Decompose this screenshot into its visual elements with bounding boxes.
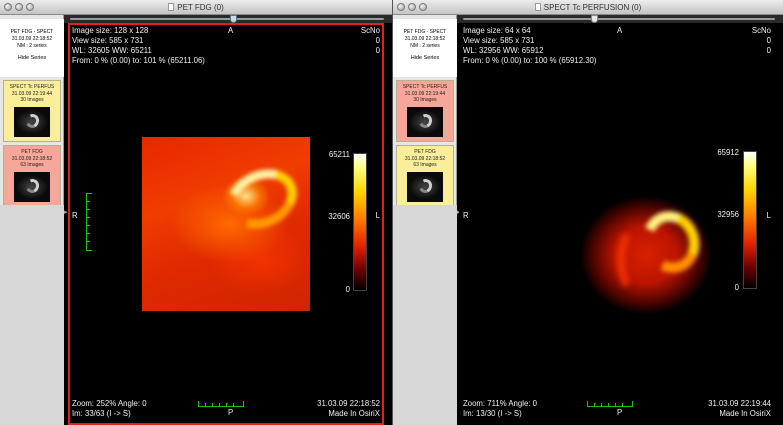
scno-value: 0 <box>375 36 380 45</box>
series-count: 30 Images <box>413 97 437 103</box>
series-count: 63 Images <box>20 162 44 168</box>
colorbar <box>743 151 757 289</box>
value-range: From: 0 % (0.00) to: 100 % (65912.30) <box>463 56 597 65</box>
colorbar <box>353 153 367 291</box>
study-datetime: 31.03.09 22:19:44 <box>708 399 771 408</box>
scno-label: ScNo <box>360 26 380 35</box>
series-panel-empty <box>0 205 64 425</box>
study-info: NM : 2 series <box>410 43 440 49</box>
heart-uptake <box>217 158 307 240</box>
series-count: 30 Images <box>20 97 44 103</box>
series-name: SPECT Tc PERFUS <box>9 84 55 90</box>
pet-image <box>142 137 310 311</box>
made-in-osirix: Made In OsiriX <box>719 409 771 418</box>
scno-value-2: 0 <box>766 46 771 55</box>
scno-value: 0 <box>766 36 771 45</box>
orientation-right: L <box>766 211 771 220</box>
close-window-button[interactable] <box>4 3 12 11</box>
view-size: View size: 585 x 731 <box>463 36 535 45</box>
image-viewer[interactable]: 65912 32956 0 Image size: 64 x 64 View s… <box>459 23 773 425</box>
minimize-window-button[interactable] <box>408 3 416 11</box>
orientation-right: L <box>375 211 380 220</box>
series-thumbnail <box>407 106 443 137</box>
series-item-pet[interactable]: PET FDG 31.03.09 22:18:52 63 Images <box>396 145 454 207</box>
window-titlebar[interactable]: PET FDG (0) <box>0 0 392 15</box>
close-window-button[interactable] <box>397 3 405 11</box>
zoom-angle: Zoom: 711% Angle: 0 <box>463 399 537 408</box>
study-info: NM : 2 series <box>17 43 47 49</box>
series-count: 63 Images <box>413 162 437 168</box>
series-thumbnail <box>407 171 443 202</box>
horizontal-scale-ruler <box>587 401 633 407</box>
horizontal-scale-ruler <box>198 401 244 407</box>
window-titlebar[interactable]: SPECT Tc PERFUSION (0) <box>393 0 783 15</box>
study-name: PET FDG - SPECT <box>10 29 54 35</box>
series-panel-empty <box>393 205 457 425</box>
minimize-window-button[interactable] <box>15 3 23 11</box>
septal-wall <box>617 225 657 295</box>
spect-image <box>531 133 761 368</box>
colorbar-mid: 32606 <box>328 212 350 221</box>
series-item-pet[interactable]: PET FDG 31.03.09 22:18:52 63 Images <box>3 145 61 207</box>
series-name: SPECT Tc PERFUS <box>402 84 448 90</box>
colorbar-min: 0 <box>734 283 739 292</box>
scno-value-2: 0 <box>375 46 380 55</box>
image-size: Image size: 128 x 128 <box>72 26 149 35</box>
image-viewer[interactable]: 65211 32606 0 Image size: 128 x 128 View… <box>68 23 384 425</box>
study-info-box[interactable]: PET FDG - SPECT 31.03.09 22:18:52 NM : 2… <box>393 19 457 77</box>
orientation-top: A <box>617 26 623 35</box>
window-level: WL: 32605 WW: 65211 <box>72 46 152 55</box>
scno-label: ScNo <box>751 26 771 35</box>
image-size: Image size: 64 x 64 <box>463 26 531 35</box>
slice-slider-knob[interactable] <box>591 15 599 23</box>
image-index: Im: 33/63 (I -> S) <box>72 409 131 418</box>
study-date: 31.03.09 22:18:52 <box>404 36 446 42</box>
series-thumbnail <box>14 171 50 202</box>
orientation-left: R <box>72 211 78 220</box>
colorbar-mid: 32956 <box>717 210 739 219</box>
zoom-window-button[interactable] <box>26 3 34 11</box>
orientation-left: R <box>463 211 469 220</box>
series-item-spect[interactable]: SPECT Tc PERFUS 31.03.09 22:19:44 30 Ima… <box>396 80 454 142</box>
hide-series-button[interactable]: Hide Series <box>393 55 457 62</box>
study-name: PET FDG - SPECT <box>403 29 447 35</box>
orientation-bottom: P <box>617 408 623 417</box>
study-datetime: 31.03.09 22:18:52 <box>317 399 380 408</box>
colorbar-min: 0 <box>345 285 350 294</box>
slice-slider-knob[interactable] <box>230 15 238 23</box>
orientation-bottom: P <box>228 408 234 417</box>
window-title: SPECT Tc PERFUSION (0) <box>543 3 642 12</box>
hide-series-button[interactable]: Hide Series <box>0 55 64 62</box>
view-size: View size: 585 x 731 <box>72 36 144 45</box>
spect-perfusion-window: SPECT Tc PERFUSION (0) PET FDG - SPECT 3… <box>392 0 783 425</box>
slice-slider-track[interactable] <box>70 15 384 23</box>
colorbar-max: 65912 <box>717 148 739 157</box>
window-title: PET FDG (0) <box>177 3 224 12</box>
pet-fdg-window: PET FDG (0) PET FDG - SPECT 31.03.09 22:… <box>0 0 392 425</box>
zoom-window-button[interactable] <box>419 3 427 11</box>
image-index: Im: 13/30 (I -> S) <box>463 409 522 418</box>
colorbar-max: 65211 <box>328 150 350 159</box>
window-level: WL: 32956 WW: 65912 <box>463 46 544 55</box>
document-icon <box>168 3 175 11</box>
window-controls <box>397 3 427 11</box>
orientation-top: A <box>228 26 234 35</box>
made-in-osirix: Made In OsiriX <box>328 409 380 418</box>
value-range: From: 0 % (0.00) to: 101 % (65211.06) <box>72 56 205 65</box>
series-thumbnail <box>14 106 50 137</box>
study-date: 31.03.09 22:18:52 <box>11 36 53 42</box>
zoom-angle: Zoom: 252% Angle: 0 <box>72 399 147 408</box>
series-item-spect[interactable]: SPECT Tc PERFUS 31.03.09 22:19:44 30 Ima… <box>3 80 61 142</box>
vertical-scale-ruler <box>86 193 92 251</box>
slice-slider-track[interactable] <box>463 15 775 23</box>
study-info-box[interactable]: PET FDG - SPECT 31.03.09 22:18:52 NM : 2… <box>0 19 64 77</box>
document-icon <box>534 3 541 11</box>
window-controls <box>4 3 34 11</box>
